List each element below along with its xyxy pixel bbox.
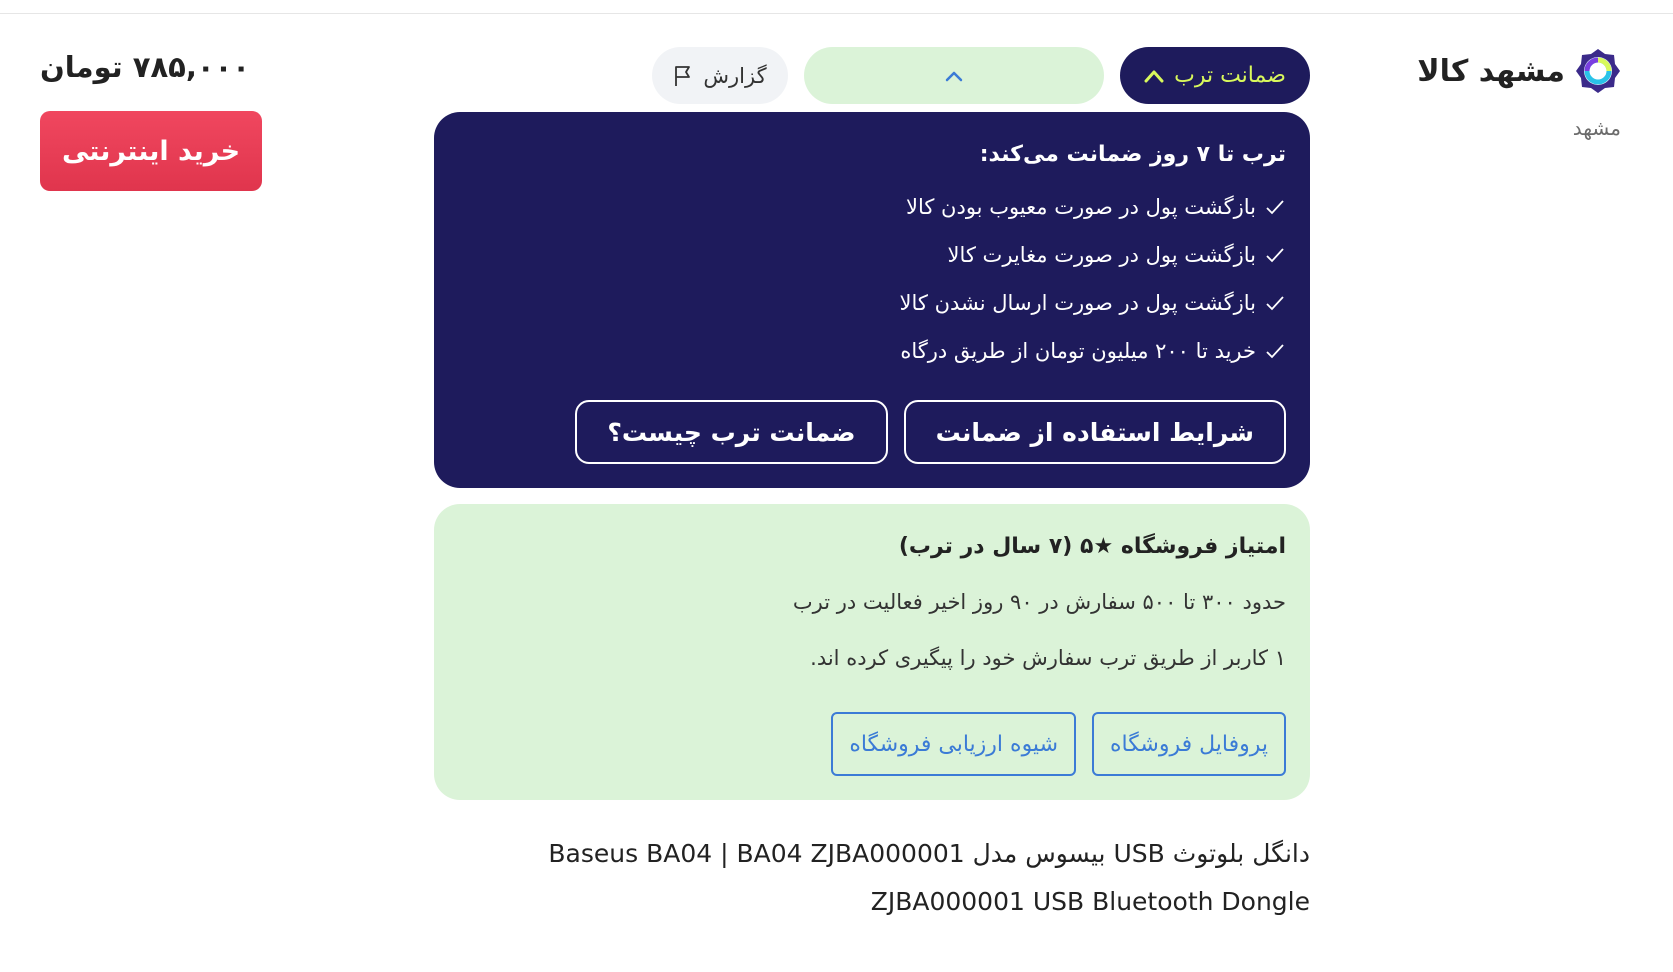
- guarantee-panel: ترب تا ۷ روز ضمانت می‌کند: بازگشت پول در…: [434, 112, 1310, 488]
- seller-info: مشهد کالا مشهد: [1361, 48, 1621, 140]
- flag-icon: [675, 65, 691, 86]
- price-label: ۷۸۵,۰۰۰ تومان: [40, 50, 250, 84]
- store-score-title: امتیاز فروشگاه ★۵ (۷ سال در ترب): [898, 534, 1286, 559]
- score-toggle-button[interactable]: [804, 47, 1104, 104]
- store-profile-button[interactable]: پروفایل فروشگاه: [1092, 712, 1286, 776]
- store-city: مشهد: [1572, 116, 1621, 140]
- chevron-up-icon: [1144, 70, 1164, 82]
- check-icon: [1266, 296, 1284, 311]
- chevron-up-icon: [945, 71, 963, 81]
- guarantee-item: بازگشت پول در صورت معیوب بودن کالا: [458, 183, 1286, 231]
- check-icon: [1266, 248, 1284, 263]
- what-is-guarantee-button[interactable]: ضمانت ترب چیست؟: [575, 400, 888, 464]
- guarantee-toggle-label: ضمانت ترب: [1174, 63, 1286, 88]
- guarantee-item-text: بازگشت پول در صورت ارسال نشدن کالا: [899, 291, 1256, 315]
- store-score-panel: امتیاز فروشگاه ★۵ (۷ سال در ترب) حدود ۳۰…: [434, 504, 1310, 800]
- store-name[interactable]: مشهد کالا: [1417, 54, 1565, 89]
- guarantee-item-text: خرید تا ۲۰۰ میلیون تومان از طریق درگاه: [900, 339, 1256, 363]
- check-icon: [1266, 200, 1284, 215]
- guarantee-item-text: بازگشت پول در صورت مغایرت کالا: [947, 243, 1257, 267]
- guarantee-title: ترب تا ۷ روز ضمانت می‌کند:: [979, 142, 1286, 167]
- guarantee-item: بازگشت پول در صورت مغایرت کالا: [458, 231, 1286, 279]
- store-evaluation-method-button[interactable]: شیوه ارزیابی فروشگاه: [831, 712, 1077, 776]
- store-tracking-text: ۱ کاربر از طریق ترب سفارش خود را پیگیری …: [810, 646, 1286, 670]
- store-actions: پروفایل فروشگاه شیوه ارزیابی فروشگاه: [831, 712, 1286, 776]
- guarantee-toggle-button[interactable]: ضمانت ترب: [1120, 47, 1310, 104]
- report-label: گزارش: [703, 63, 767, 88]
- guarantee-item: خرید تا ۲۰۰ میلیون تومان از طریق درگاه: [458, 327, 1286, 375]
- guarantee-item-text: بازگشت پول در صورت معیوب بودن کالا: [906, 195, 1256, 219]
- guarantee-item: بازگشت پول در صورت ارسال نشدن کالا: [458, 279, 1286, 327]
- buy-online-button[interactable]: خرید اینترنتی: [40, 111, 262, 191]
- store-logo-icon: [1576, 49, 1620, 93]
- product-title: دانگل بلوتوث USB بیسوس مدل Baseus BA04 |…: [548, 839, 1310, 916]
- check-icon: [1266, 344, 1284, 359]
- store-orders-text: حدود ۳۰۰ تا ۵۰۰ سفارش در ۹۰ روز اخیر فعا…: [792, 590, 1286, 614]
- guarantee-terms-button[interactable]: شرایط استفاده از ضمانت: [903, 400, 1286, 464]
- guarantee-actions: شرایط استفاده از ضمانت ضمانت ترب چیست؟: [575, 400, 1286, 464]
- report-button[interactable]: گزارش: [652, 47, 788, 104]
- top-divider: [0, 13, 1673, 14]
